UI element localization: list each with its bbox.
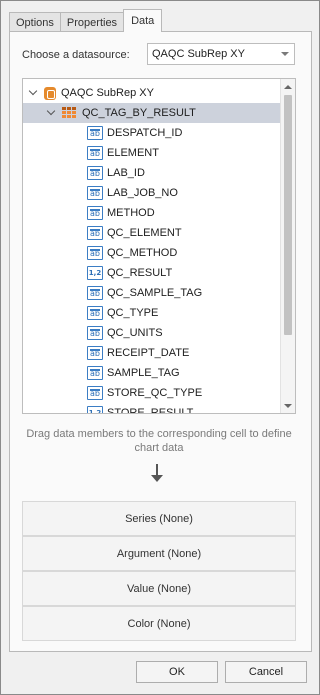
database-icon bbox=[44, 86, 56, 100]
tree-node-label: QC_SAMPLE_TAG bbox=[107, 287, 203, 299]
tree-node-datasource[interactable]: QAQC SubRep XY bbox=[29, 83, 154, 103]
tree-node-label: QC_TAG_BY_RESULT bbox=[82, 107, 196, 119]
text-field-icon: ab bbox=[87, 206, 103, 220]
tree-node-field[interactable]: 1,2 QC_RESULT bbox=[87, 263, 172, 283]
arrow-up-icon bbox=[284, 84, 292, 89]
tree-node-label: QC_ELEMENT bbox=[107, 227, 182, 239]
tree-node-field[interactable]: ab QC_TYPE bbox=[87, 303, 158, 323]
tree-node-field[interactable]: ab RECEIPT_DATE bbox=[87, 343, 189, 363]
tree-node-field[interactable]: ab LAB_JOB_NO bbox=[87, 183, 178, 203]
tree-node-field[interactable]: ab METHOD bbox=[87, 203, 155, 223]
scrollbar-thumb[interactable] bbox=[284, 95, 292, 335]
tree-node-label: DESPATCH_ID bbox=[107, 127, 183, 139]
tree-node-field[interactable]: ab QC_UNITS bbox=[87, 323, 163, 343]
numeric-field-icon: 1,2 bbox=[87, 406, 103, 413]
text-field-icon: ab bbox=[87, 166, 103, 180]
scroll-down-button[interactable] bbox=[281, 398, 295, 413]
chart-designer-dialog: Options Properties Data Choose a datasou… bbox=[0, 0, 320, 695]
datasource-value: QAQC SubRep XY bbox=[152, 48, 245, 60]
expand-chevron-icon[interactable] bbox=[47, 108, 57, 118]
tree-node-label: QC_METHOD bbox=[107, 247, 178, 259]
tree-node-label: QC_TYPE bbox=[107, 307, 159, 319]
data-tab-panel: Choose a datasource: QAQC SubRep XY QAQC… bbox=[9, 31, 312, 652]
tree-node-label: QC_UNITS bbox=[107, 327, 163, 339]
down-arrow-icon bbox=[150, 464, 164, 484]
text-field-icon: ab bbox=[87, 346, 103, 360]
arrow-down-icon bbox=[284, 403, 292, 408]
tree-node-label: LAB_JOB_NO bbox=[107, 187, 178, 199]
tree-node-label: LAB_ID bbox=[107, 167, 145, 179]
chevron-down-icon[interactable] bbox=[281, 52, 289, 56]
text-field-icon: ab bbox=[87, 306, 103, 320]
expand-chevron-icon[interactable] bbox=[29, 88, 39, 98]
tree-viewport: QAQC SubRep XY QC_TAG_BY_RESULT ab DESPAT… bbox=[23, 79, 280, 413]
text-field-icon: ab bbox=[87, 246, 103, 260]
value-drop-cell[interactable]: Value (None) bbox=[22, 571, 296, 606]
tree-node-label: QC_RESULT bbox=[107, 267, 173, 279]
datasource-select[interactable]: QAQC SubRep XY bbox=[147, 43, 295, 65]
text-field-icon: ab bbox=[87, 286, 103, 300]
tree-node-table[interactable]: QC_TAG_BY_RESULT bbox=[23, 103, 280, 123]
text-field-icon: ab bbox=[87, 326, 103, 340]
tree-node-label: QAQC SubRep XY bbox=[61, 87, 154, 99]
text-field-icon: ab bbox=[87, 146, 103, 160]
tree-node-field[interactable]: ab QC_SAMPLE_TAG bbox=[87, 283, 202, 303]
tree-node-label: ELEMENT bbox=[107, 147, 159, 159]
tab-properties[interactable]: Properties bbox=[59, 12, 125, 32]
tree-node-field[interactable]: ab QC_ELEMENT bbox=[87, 223, 182, 243]
text-field-icon: ab bbox=[87, 366, 103, 380]
argument-drop-cell[interactable]: Argument (None) bbox=[22, 536, 296, 571]
tree-node-label: SAMPLE_TAG bbox=[107, 367, 180, 379]
tree-node-label: METHOD bbox=[107, 207, 155, 219]
tree-node-label: STORE_QC_TYPE bbox=[107, 387, 203, 399]
tree-node-field[interactable]: ab LAB_ID bbox=[87, 163, 145, 183]
drag-hint-text: Drag data members to the corresponding c… bbox=[26, 428, 292, 454]
text-field-icon: ab bbox=[87, 386, 103, 400]
tree-scrollbar[interactable] bbox=[280, 79, 295, 413]
cancel-button[interactable]: Cancel bbox=[225, 661, 307, 683]
ok-button[interactable]: OK bbox=[136, 661, 218, 683]
datasource-label: Choose a datasource: bbox=[22, 49, 130, 61]
series-drop-cell[interactable]: Series (None) bbox=[22, 501, 296, 536]
tab-data[interactable]: Data bbox=[123, 9, 163, 32]
numeric-field-icon: 1,2 bbox=[87, 266, 103, 280]
text-field-icon: ab bbox=[87, 186, 103, 200]
tree-node-field[interactable]: 1,2 STORE_RESULT bbox=[87, 403, 193, 413]
table-icon bbox=[62, 107, 78, 119]
tree-node-field[interactable]: ab ELEMENT bbox=[87, 143, 159, 163]
tree-node-field[interactable]: ab STORE_QC_TYPE bbox=[87, 383, 202, 403]
text-field-icon: ab bbox=[87, 126, 103, 140]
color-drop-cell[interactable]: Color (None) bbox=[22, 606, 296, 641]
scroll-up-button[interactable] bbox=[281, 79, 295, 94]
tree-node-field[interactable]: ab QC_METHOD bbox=[87, 243, 177, 263]
tree-node-label: STORE_RESULT bbox=[107, 407, 194, 413]
data-member-tree[interactable]: QAQC SubRep XY QC_TAG_BY_RESULT ab DESPAT… bbox=[22, 78, 296, 414]
text-field-icon: ab bbox=[87, 226, 103, 240]
tab-strip: Options Properties Data bbox=[9, 9, 163, 32]
tree-node-field[interactable]: ab SAMPLE_TAG bbox=[87, 363, 180, 383]
tab-options[interactable]: Options bbox=[9, 12, 61, 32]
tree-node-field[interactable]: ab DESPATCH_ID bbox=[87, 123, 182, 143]
tree-node-label: RECEIPT_DATE bbox=[107, 347, 190, 359]
